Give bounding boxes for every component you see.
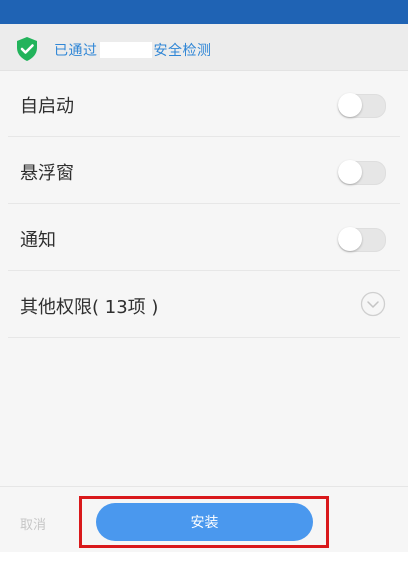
security-check-banner: 已通过 安全检测 [0,24,408,71]
shield-check-icon [17,37,37,61]
security-check-text: 已通过 安全检测 [54,40,212,60]
permission-row-notification: 通知 [8,204,400,271]
permission-label: 其他权限( 13项 ) [20,297,159,318]
permission-row-autostart: 自启动 [8,70,400,137]
toggle-knob [338,93,362,117]
toggle-knob [338,227,362,251]
install-button[interactable]: 安装 [96,503,313,541]
permission-label: 通知 [20,230,56,251]
permission-label: 自启动 [20,96,74,117]
toggle-knob [338,160,362,184]
permission-row-other[interactable]: 其他权限( 13项 ) [8,271,400,338]
chevron-down-circle-icon[interactable] [360,291,386,317]
permission-row-floating-window: 悬浮窗 [8,137,400,204]
security-check-prefix: 已通过 [54,43,98,59]
redacted-app-name [99,42,152,58]
permission-label: 悬浮窗 [20,163,74,184]
security-check-suffix: 安全检测 [153,43,212,59]
permission-list: 自启动 悬浮窗 通知 其他权限( 13项 ) [0,70,408,338]
cancel-button[interactable]: 取消 [20,514,46,533]
autostart-toggle[interactable] [338,93,386,118]
app-install-screen: 已通过 安全检测 自启动 悬浮窗 通知 其他权限( 13项 ) 取消 安装 [0,0,408,552]
top-status-bar [0,0,408,24]
floating-window-toggle[interactable] [338,160,386,185]
notification-toggle[interactable] [338,227,386,252]
